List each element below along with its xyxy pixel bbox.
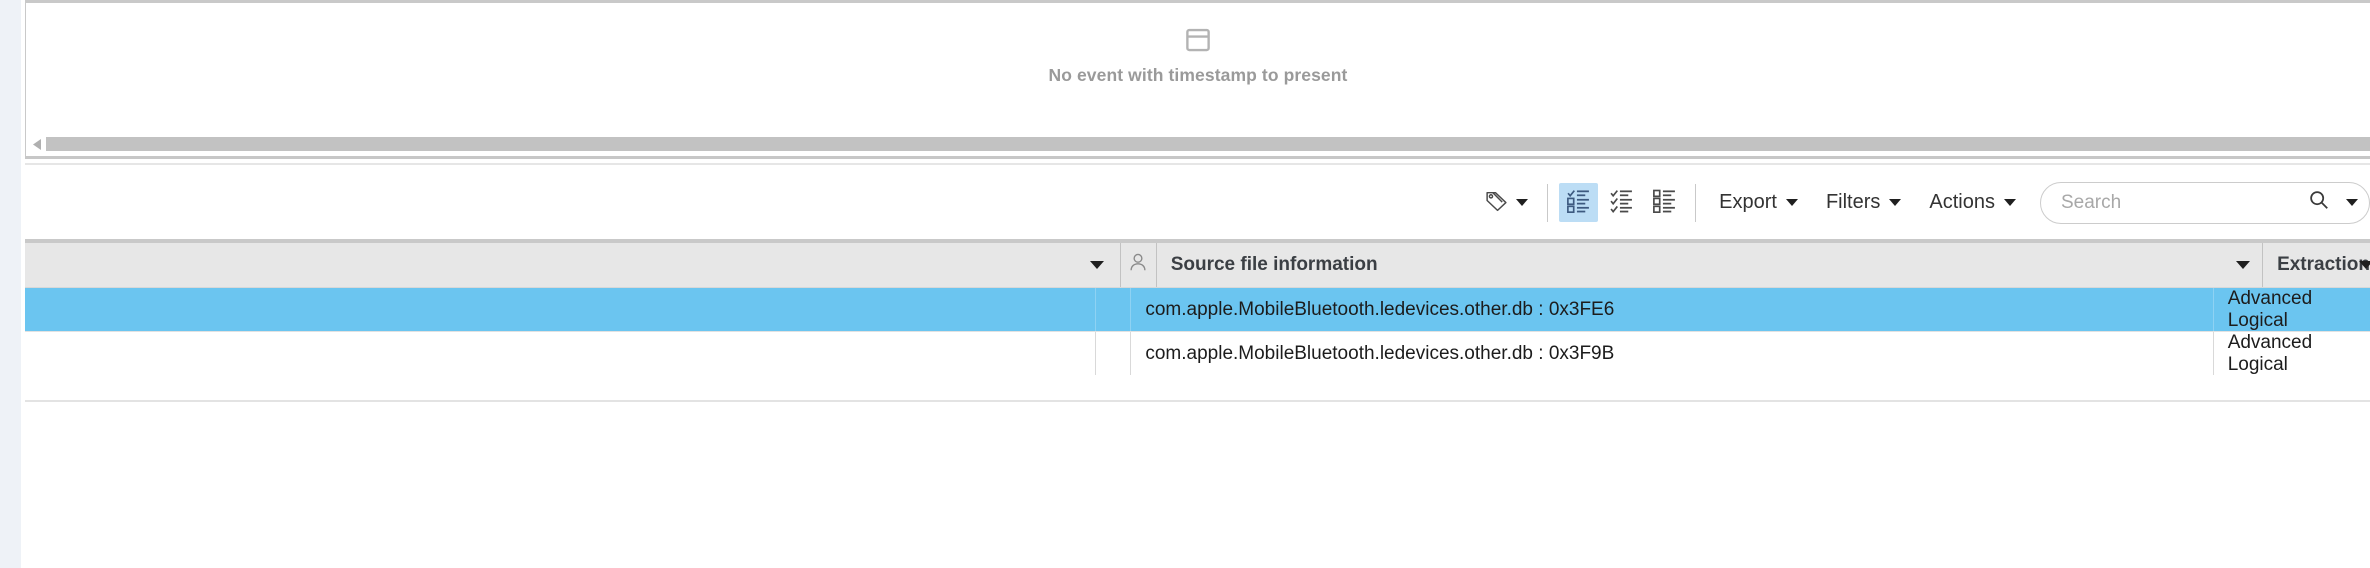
results-table: Source file information Extraction com.a… xyxy=(25,239,2370,375)
toolbar-separator xyxy=(1547,183,1549,222)
list-view-check-rows-icon xyxy=(1609,188,1634,218)
horizontal-scrollbar[interactable] xyxy=(28,135,2370,153)
person-icon xyxy=(1127,251,1149,279)
panel-divider-secondary xyxy=(25,163,2370,165)
list-view-boxes-icon xyxy=(1652,188,1677,218)
chevron-down-icon xyxy=(2004,199,2016,206)
table-toolbar: Export Filters Actions xyxy=(25,166,2370,239)
table-bottom-divider xyxy=(25,400,2370,402)
scroll-left-arrow-icon[interactable] xyxy=(28,135,46,153)
column-header-source-file-information[interactable]: Source file information xyxy=(1155,243,2262,287)
row-cell-blank xyxy=(25,332,1095,375)
view-mode-check-rows-button[interactable] xyxy=(1602,183,1641,222)
chevron-down-icon xyxy=(1889,199,1902,206)
chevron-down-icon[interactable] xyxy=(2236,261,2251,269)
column-header-blank[interactable] xyxy=(25,243,1120,287)
toolbar-separator-2 xyxy=(1695,183,1697,222)
chevron-down-icon[interactable] xyxy=(2346,199,2358,206)
actions-menu-button[interactable]: Actions xyxy=(1915,181,2030,225)
filters-menu-button[interactable]: Filters xyxy=(1812,181,1915,225)
empty-state: No event with timestamp to present xyxy=(26,25,2370,86)
row-cell-source-file-information: com.apple.MobileBluetooth.ledevices.othe… xyxy=(1130,332,2212,375)
search-icon[interactable] xyxy=(2308,189,2330,216)
row-cell-source-file-information: com.apple.MobileBluetooth.ledevices.othe… xyxy=(1130,288,2212,331)
list-view-checked-icon xyxy=(1566,188,1591,218)
row-cell-blank xyxy=(25,288,1095,331)
row-cell-person xyxy=(1095,332,1130,375)
tag-button[interactable] xyxy=(1474,181,1538,225)
empty-state-message: No event with timestamp to present xyxy=(1048,65,1348,85)
row-cell-extraction: Advanced Logical xyxy=(2212,288,2370,331)
chevron-down-icon xyxy=(1516,199,1529,206)
window-panel-icon xyxy=(1183,25,1213,55)
chevron-down-icon[interactable] xyxy=(1089,261,1104,269)
view-mode-boxes-button[interactable] xyxy=(1645,183,1684,222)
search-input[interactable] xyxy=(2059,190,2308,215)
chevron-down-icon[interactable] xyxy=(2358,261,2370,269)
table-header-row: Source file information Extraction xyxy=(25,243,2370,288)
search-box[interactable] xyxy=(2040,181,2370,224)
table-row[interactable]: com.apple.MobileBluetooth.ledevices.othe… xyxy=(25,332,2370,375)
chevron-down-icon xyxy=(1785,199,1798,206)
row-cell-person xyxy=(1095,288,1130,331)
column-header-extraction[interactable]: Extraction xyxy=(2262,243,2370,287)
row-cell-extraction: Advanced Logical xyxy=(2212,332,2370,375)
left-rail-strip xyxy=(0,0,21,568)
table-row[interactable]: com.apple.MobileBluetooth.ledevices.othe… xyxy=(25,288,2370,331)
column-header-extraction-label: Extraction xyxy=(2277,254,2370,275)
panel-divider xyxy=(25,156,2370,159)
tag-icon xyxy=(1484,188,1509,218)
column-header-source-label: Source file information xyxy=(1170,254,1378,275)
scrollbar-thumb[interactable] xyxy=(46,137,2370,151)
actions-menu-label: Actions xyxy=(1929,191,1995,213)
filters-menu-label: Filters xyxy=(1825,191,1881,213)
export-menu-button[interactable]: Export xyxy=(1705,181,1812,225)
column-header-person[interactable] xyxy=(1119,243,1156,287)
view-mode-checked-list-button[interactable] xyxy=(1559,183,1599,222)
timeline-panel: No event with timestamp to present xyxy=(25,0,2370,156)
export-menu-label: Export xyxy=(1719,191,1777,213)
